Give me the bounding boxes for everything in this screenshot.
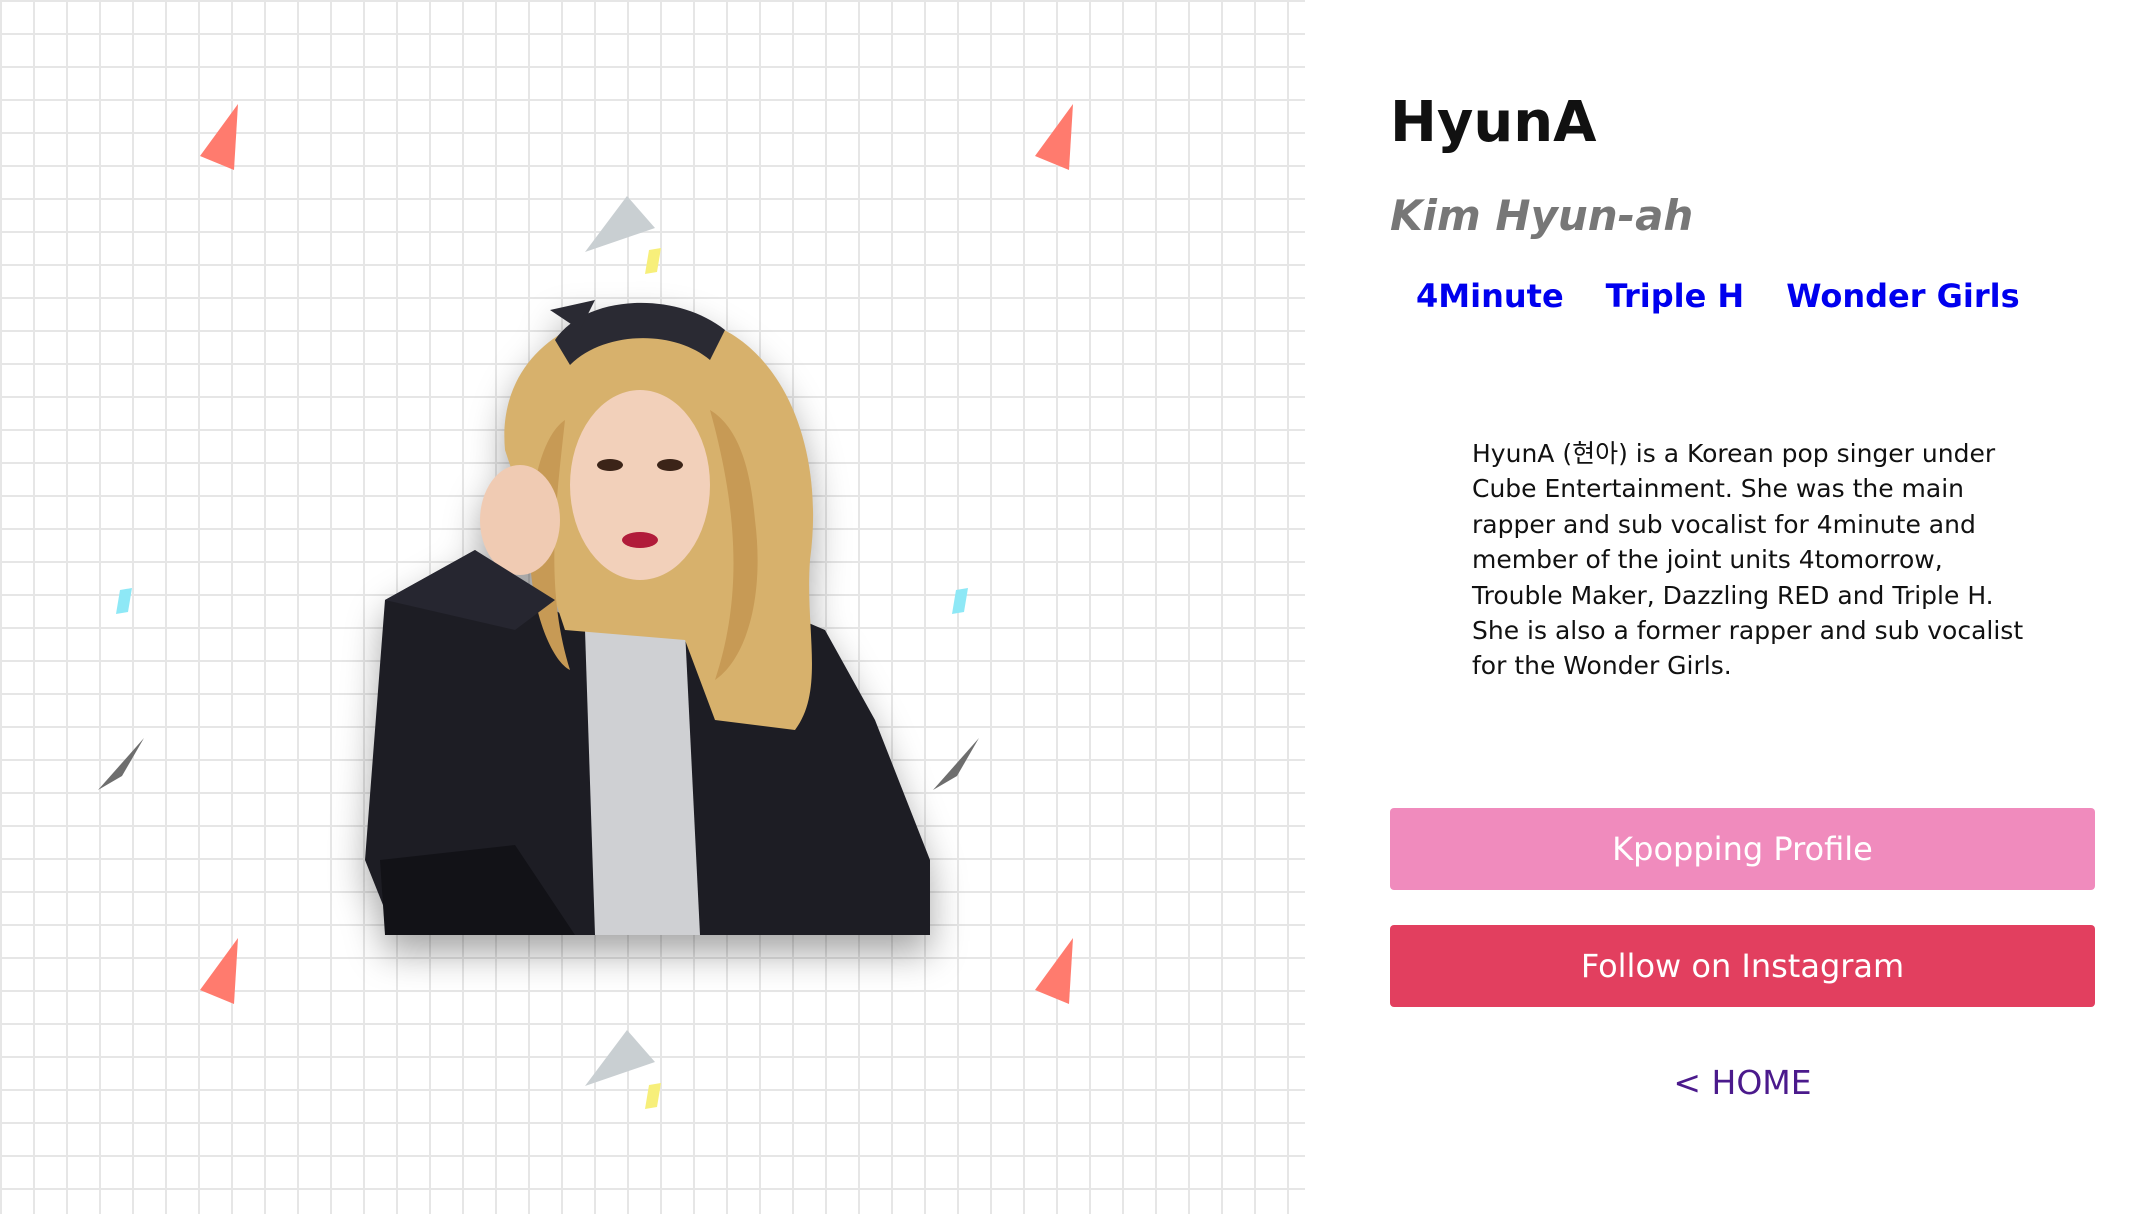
confetti-cyan-diamond	[116, 588, 132, 614]
confetti-red-triangle	[200, 938, 238, 1004]
artist-page: HyunA Kim Hyun-ah 4Minute Triple H Wonde…	[0, 0, 2145, 1214]
group-link-wonder-girls[interactable]: Wonder Girls	[1786, 272, 2019, 320]
confetti-dark-triangle	[933, 738, 979, 790]
confetti-red-triangle	[1035, 938, 1073, 1004]
artist-stage-name: HyunA	[1390, 90, 1597, 155]
confetti-red-triangle	[1035, 104, 1073, 170]
confetti-gray-triangle	[585, 196, 655, 252]
artist-real-name: Kim Hyun-ah	[1390, 191, 1694, 240]
artist-info: HyunA Kim Hyun-ah 4Minute Triple H Wonde…	[1390, 0, 2102, 1214]
confetti-yellow-diamond	[645, 1083, 661, 1109]
artist-photo	[365, 300, 930, 935]
confetti-red-triangle	[200, 104, 238, 170]
confetti-cyan-diamond	[952, 588, 968, 614]
confetti-yellow-diamond	[645, 248, 661, 274]
home-link[interactable]: < HOME	[1390, 1058, 2095, 1108]
follow-instagram-button[interactable]: Follow on Instagram	[1390, 925, 2095, 1007]
confetti-dark-triangle	[98, 738, 144, 790]
artist-groups: 4Minute Triple H Wonder Girls	[1416, 272, 2020, 320]
artist-bio: HyunA (현아) is a Korean pop singer under …	[1472, 439, 2024, 681]
artist-photo-panel	[0, 0, 1305, 1214]
kpopping-profile-button[interactable]: Kpopping Profile	[1390, 808, 2095, 890]
group-link-triple-h[interactable]: Triple H	[1606, 272, 1745, 320]
confetti-gray-triangle	[585, 1030, 655, 1086]
group-link-4minute[interactable]: 4Minute	[1416, 272, 1564, 320]
